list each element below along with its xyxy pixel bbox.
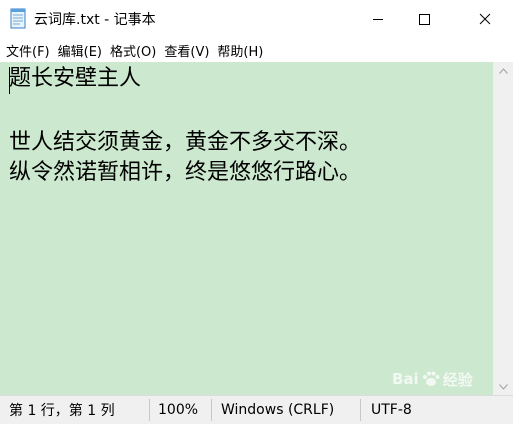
minimize-button[interactable] bbox=[355, 0, 401, 38]
close-icon bbox=[479, 13, 491, 25]
maximize-button[interactable] bbox=[401, 0, 447, 38]
status-divider bbox=[360, 399, 361, 421]
title-bar[interactable]: 云词库.txt - 记事本 bbox=[0, 0, 513, 38]
menu-bar: 文件(F) 编辑(E) 格式(O) 查看(V) 帮助(H) bbox=[0, 38, 513, 62]
window-title: 云词库.txt - 记事本 bbox=[34, 12, 156, 28]
chevron-up-icon bbox=[498, 67, 508, 74]
editor-line: 世人结交须黄金，黄金不多交不深。 bbox=[9, 130, 362, 155]
editor-line: 题长安壁主人 bbox=[9, 66, 142, 91]
text-editor[interactable]: 题长安壁主人 世人结交须黄金，黄金不多交不深。 纵令然诺暂相许，终是悠悠行路心。 bbox=[0, 62, 493, 395]
cursor-position: 第 1 行，第 1 列 bbox=[9, 403, 115, 419]
chevron-down-icon bbox=[498, 383, 508, 390]
status-bar: 第 1 行，第 1 列 100% Windows (CRLF) UTF-8 bbox=[0, 395, 513, 424]
maximize-icon bbox=[419, 14, 430, 25]
close-button[interactable] bbox=[462, 0, 508, 38]
menu-edit[interactable]: 编辑(E) bbox=[54, 41, 106, 60]
status-divider bbox=[149, 399, 150, 421]
notepad-window: 云词库.txt - 记事本 文件(F) 编辑(E) 格式(O) 查看(V) 帮助… bbox=[0, 0, 513, 424]
scroll-down-button[interactable] bbox=[493, 378, 513, 395]
editor-line: 纵令然诺暂相许，终是悠悠行路心。 bbox=[9, 160, 362, 185]
menu-help[interactable]: 帮助(H) bbox=[213, 41, 267, 60]
menu-file[interactable]: 文件(F) bbox=[0, 41, 54, 60]
line-ending: Windows (CRLF) bbox=[221, 402, 335, 418]
zoom-level: 100% bbox=[158, 402, 199, 418]
menu-view[interactable]: 查看(V) bbox=[160, 41, 213, 60]
scroll-up-button[interactable] bbox=[493, 62, 513, 79]
menu-format[interactable]: 格式(O) bbox=[106, 41, 160, 60]
vertical-scrollbar[interactable] bbox=[493, 62, 513, 395]
encoding: UTF-8 bbox=[371, 402, 412, 418]
status-divider bbox=[211, 399, 212, 421]
minimize-icon bbox=[373, 19, 383, 20]
notepad-icon bbox=[10, 8, 26, 29]
